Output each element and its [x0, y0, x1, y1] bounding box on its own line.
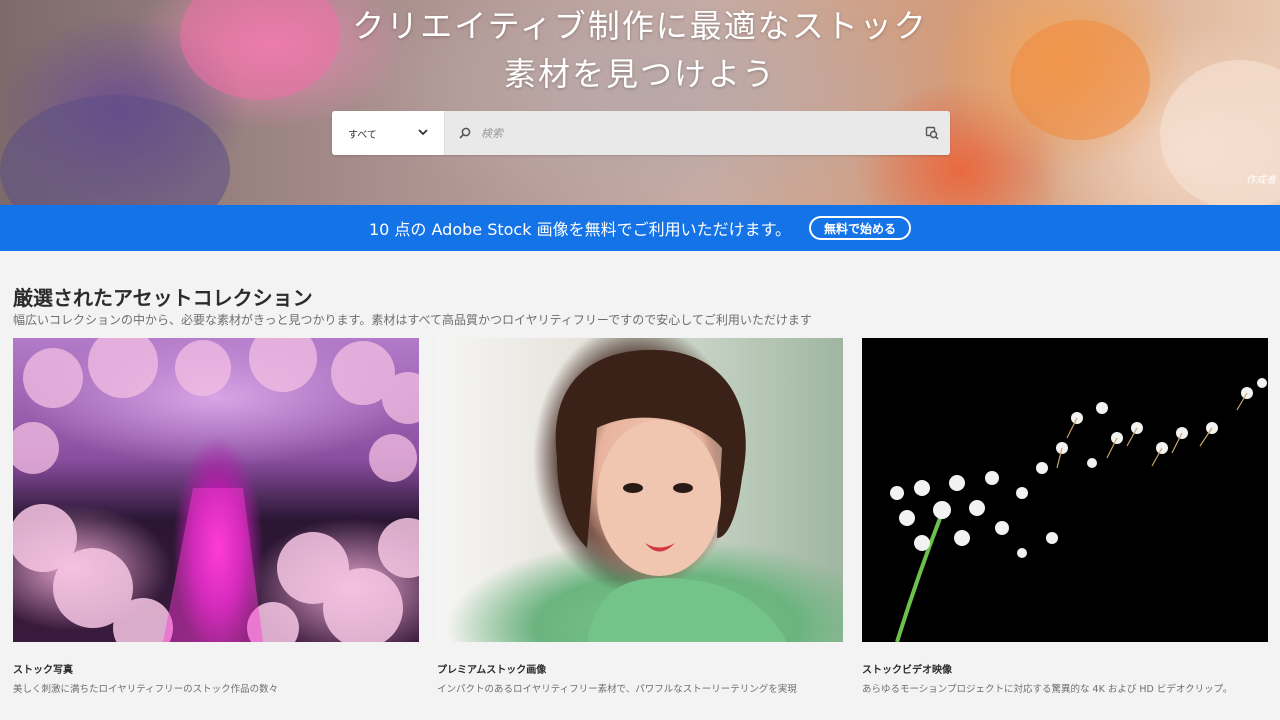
card-description: インパクトのあるロイヤリティフリー素材で、パワフルなストーリーテリングを実現	[437, 684, 797, 695]
free-trial-text: 10 点の Adobe Stock 画像を無料でご利用いただけます。	[368, 220, 791, 239]
card-title[interactable]: ストック写真	[13, 661, 419, 676]
hero-art-shape	[0, 95, 230, 205]
free-trial-banner: 10 点の Adobe Stock 画像を無料でご利用いただけます。 無料で始め…	[0, 205, 1280, 251]
search-bar: すべて	[332, 111, 950, 155]
hero-title-line: クリエイティブ制作に最適なストック	[352, 7, 928, 45]
search-field	[445, 111, 950, 155]
start-free-button[interactable]: 無料で始める	[808, 216, 911, 240]
portrait-image[interactable]	[437, 338, 843, 642]
section-title: 厳選されたアセットコレクション	[13, 286, 313, 310]
section-subtitle: 幅広いコレクションの中から、必要な素材がきっと見つかります。素材はすべて高品質か…	[13, 313, 812, 327]
dandelion-image[interactable]	[862, 338, 1268, 642]
card-description: あらゆるモーションプロジェクトに対応する驚異的な 4K および HD ビデオクリ…	[862, 684, 1233, 695]
hero-title-line: 素材を見つけよう	[503, 55, 776, 93]
search-category-label: すべて	[348, 129, 377, 141]
card-title[interactable]: ストックビデオ映像	[862, 661, 1268, 676]
search-icon	[459, 124, 471, 143]
chevron-down-icon	[418, 128, 428, 139]
hero-credit-link[interactable]: 作成者	[1246, 171, 1276, 186]
collection-card-video[interactable]: ストックビデオ映像 あらゆるモーションプロジェクトに対応する驚異的な 4K およ…	[862, 338, 1268, 698]
card-description: 美しく刺激に満ちたロイヤリティフリーのストック作品の数々	[13, 684, 279, 695]
card-title[interactable]: プレミアムストック画像	[437, 661, 843, 676]
search-category-dropdown[interactable]: すべて	[332, 111, 445, 155]
search-input[interactable]	[471, 118, 914, 148]
collection-card-photos[interactable]: ストック写真 美しく刺激に満ちたロイヤリティフリーのストック作品の数々	[13, 338, 419, 698]
collection-card-premium[interactable]: プレミアムストック画像 インパクトのあるロイヤリティフリー素材で、パワフルなスト…	[437, 338, 843, 698]
hero-title: クリエイティブ制作に最適なストック 素材を見つけよう	[0, 2, 1280, 98]
visual-search-icon[interactable]	[914, 111, 950, 155]
cherry-blossom-image[interactable]	[13, 338, 419, 642]
hero-banner: クリエイティブ制作に最適なストック 素材を見つけよう すべて 作成者	[0, 0, 1280, 205]
